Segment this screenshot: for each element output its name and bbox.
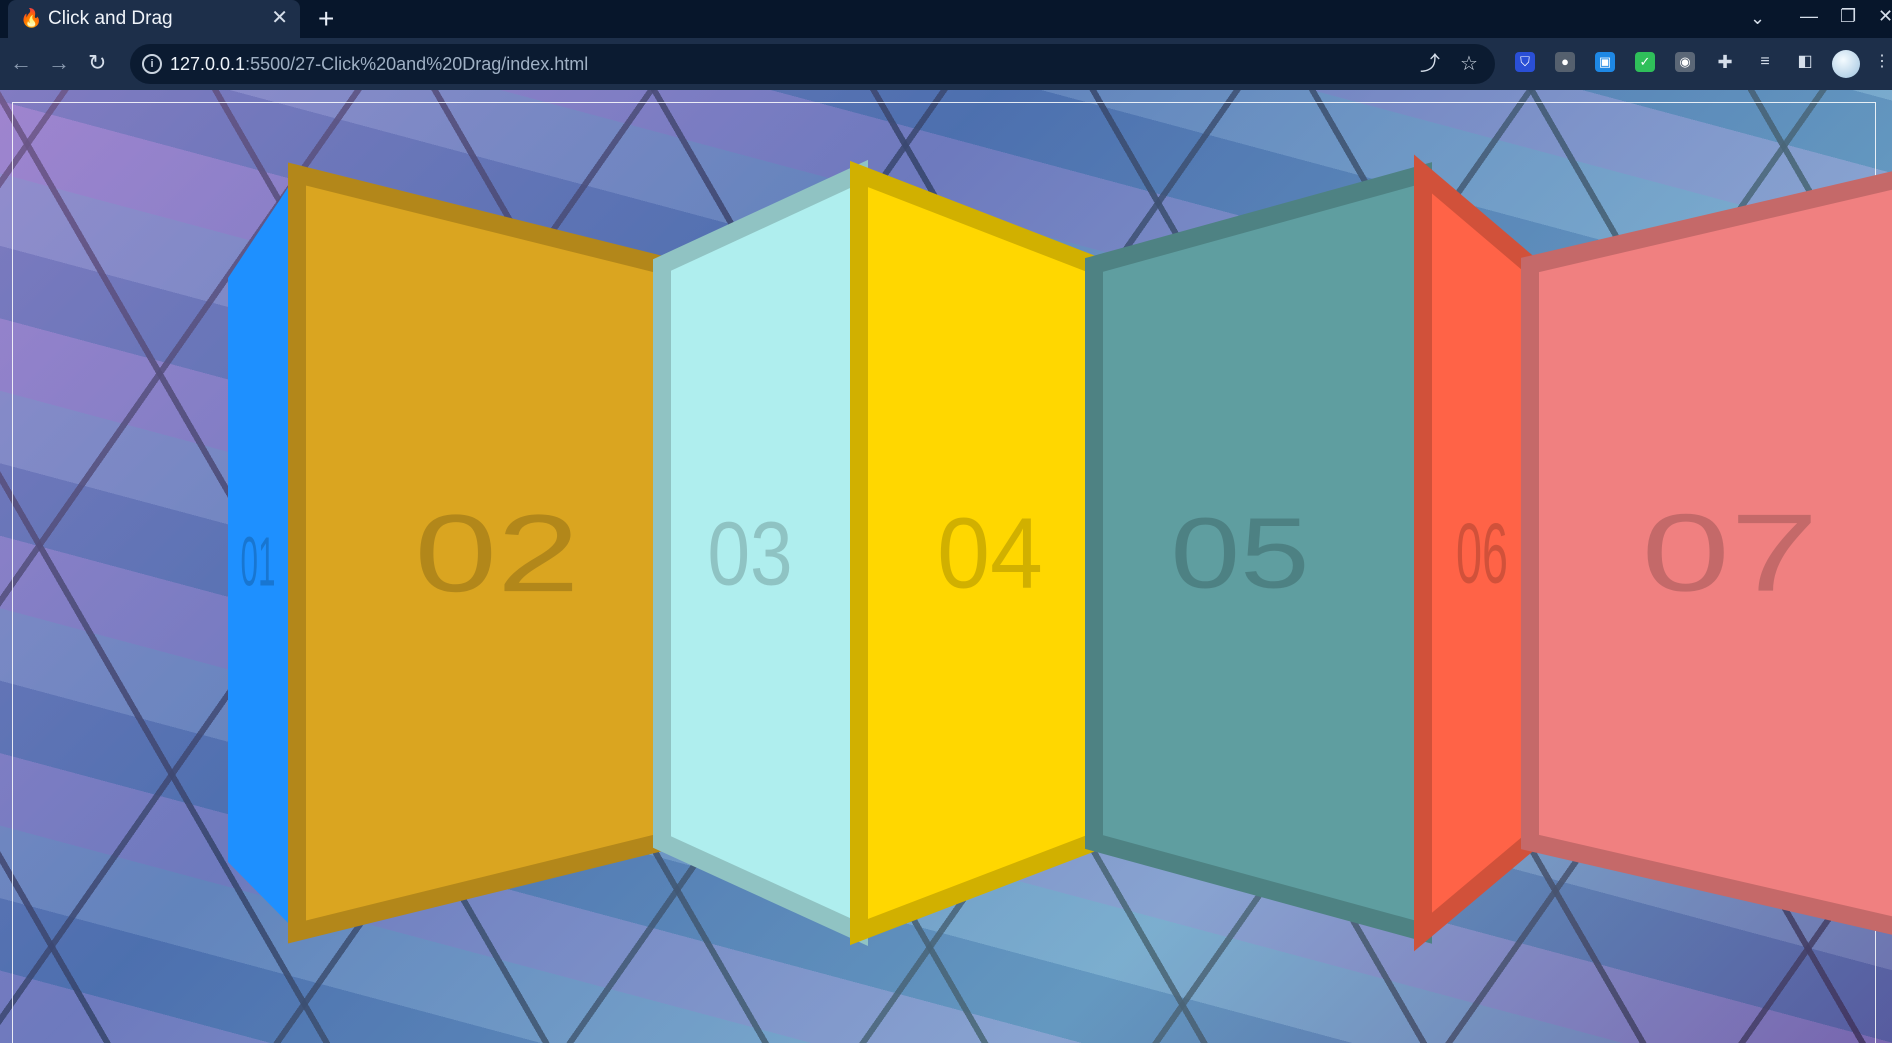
address-bar[interactable]: i 127.0.0.1:5500/27-Click%20and%20Drag/i… [130,44,1495,84]
new-tab-button[interactable]: + [318,4,334,34]
panel-02[interactable]: 02 [288,162,671,944]
close-window-icon[interactable]: ✕ [1878,6,1892,26]
url-path: :5500/27-Click%20and%20Drag/index.html [245,54,589,74]
panel-06[interactable]: 06 [1414,154,1539,952]
panel-07[interactable]: 07 [1521,171,1892,935]
minimize-icon[interactable]: — [1800,6,1818,26]
bitwarden-icon[interactable]: ⛉ [1515,52,1535,72]
site-info-icon[interactable]: i [142,54,162,74]
panel-label: 02 [414,492,579,615]
accordion-panels: 01 02 03 04 05 06 07 [228,154,1892,952]
screenshot-extension-icon[interactable]: ▣ [1595,52,1615,72]
back-icon[interactable]: ← [10,51,32,75]
panel-04[interactable]: 04 [850,160,1103,946]
extension-icon[interactable]: ● [1555,52,1575,72]
panel-03[interactable]: 03 [653,159,868,947]
panel-label: 01 [240,522,275,601]
panel-label: 03 [707,503,792,604]
restore-icon[interactable]: ❐ [1840,6,1856,26]
panel-01[interactable]: 01 [228,174,297,932]
panel-05[interactable]: 05 [1085,162,1432,944]
forward-icon[interactable]: → [48,51,70,75]
close-tab-icon[interactable]: ✕ [271,7,288,29]
browser-chrome: 🔥 Click and Drag ✕ + ⌄ — ❐ ✕ ← → ↻ i 127… [0,0,1892,90]
profile-avatar[interactable] [1832,50,1860,78]
bookmark-star-icon[interactable]: ☆ [1460,53,1478,75]
page-viewport: 01 02 03 04 05 06 07 [0,90,1892,1043]
share-icon[interactable]: ⤴ [1420,53,1440,75]
tab-title: Click and Drag [48,8,173,29]
panel-label: 07 [1641,492,1818,615]
panel-label: 05 [1170,498,1309,609]
panel-label: 04 [937,497,1043,609]
panel-label: 06 [1456,506,1508,601]
toolbar: ← → ↻ i 127.0.0.1:5500/27-Click%20and%20… [0,38,1892,90]
side-panel-icon[interactable]: ◧ [1795,52,1815,72]
fire-icon: 🔥 [20,8,43,28]
tab-strip: 🔥 Click and Drag ✕ + ⌄ — ❐ ✕ [0,0,1892,38]
media-control-icon[interactable]: ≡ [1755,52,1775,72]
active-tab[interactable]: 🔥 Click and Drag ✕ [8,0,300,38]
camera-icon[interactable]: ◉ [1675,52,1695,72]
reload-icon[interactable]: ↻ [88,51,106,75]
url-host: 127.0.0.1 [170,54,246,74]
url-text[interactable]: 127.0.0.1:5500/27-Click%20and%20Drag/ind… [170,54,588,74]
menu-icon[interactable]: ⋮ [1872,52,1892,72]
puzzle-icon[interactable]: ✚ [1715,52,1735,72]
shield-icon[interactable]: ✓ [1635,52,1655,72]
tab-search-icon[interactable]: ⌄ [1750,8,1765,28]
